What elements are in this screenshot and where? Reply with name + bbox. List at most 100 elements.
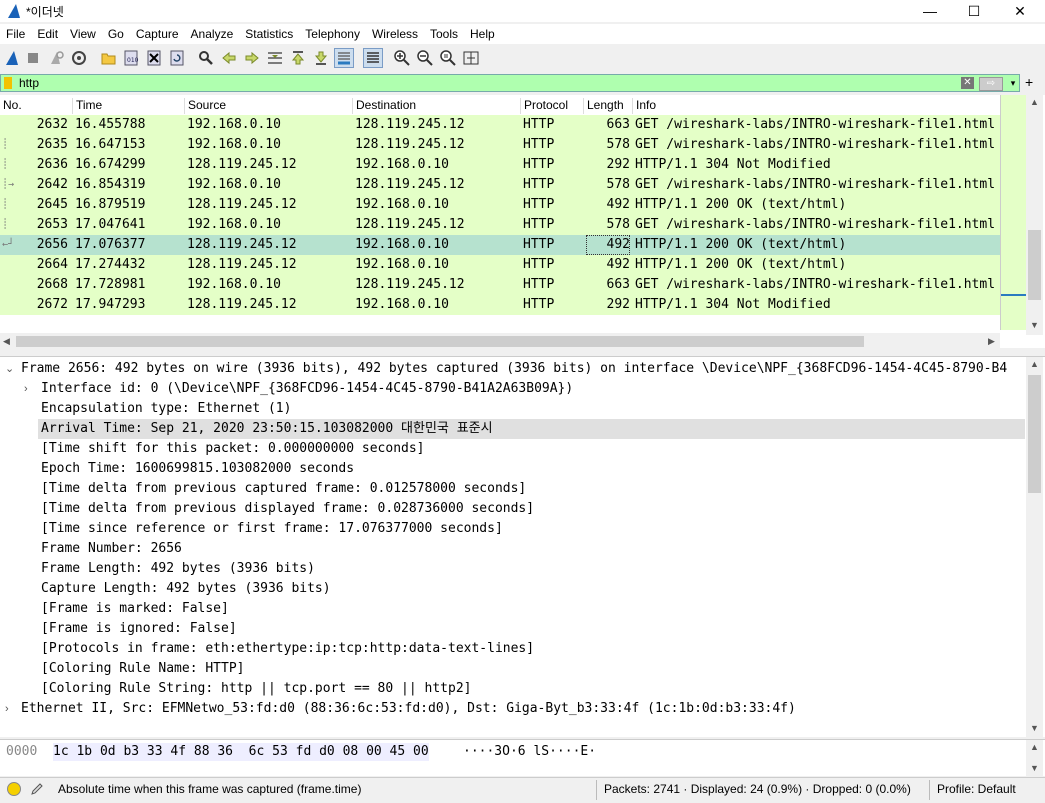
column-info[interactable]: Info <box>633 98 1000 114</box>
detail-field[interactable]: [Frame is marked: False] <box>41 599 1025 619</box>
status-profile[interactable]: Profile: Default <box>937 782 1016 796</box>
scroll-up-icon[interactable]: ▲ <box>1030 742 1039 752</box>
autoscroll-icon[interactable] <box>334 48 354 68</box>
column-time[interactable]: Time <box>73 98 185 114</box>
scroll-up-icon[interactable]: ▲ <box>1030 97 1039 107</box>
expanded-icon[interactable]: ⌄ <box>5 359 14 379</box>
detail-field[interactable]: Encapsulation type: Ethernet (1) <box>41 399 1025 419</box>
packet-row-selected[interactable]: ←┘ 2656 17.076377 128.119.245.12 192.168.0.… <box>0 235 1025 255</box>
ethernet-tree-item[interactable]: Ethernet II, Src: EFMNetwo_53:fd:d0 (88:… <box>21 699 1025 719</box>
packet-row[interactable]: 2672 17.947293 128.119.245.12 192.168.0.10 H… <box>0 295 1025 315</box>
detail-field-selected[interactable]: Arrival Time: Sep 21, 2020 23:50:15.1030… <box>38 419 1025 439</box>
go-to-packet-icon[interactable] <box>266 49 284 67</box>
scroll-left-icon[interactable]: ◀ <box>3 336 10 347</box>
menu-statistics[interactable]: Statistics <box>239 24 299 44</box>
reload-file-icon[interactable] <box>168 49 186 67</box>
menu-tools[interactable]: Tools <box>424 24 464 44</box>
start-capture-icon[interactable] <box>3 49 21 67</box>
close-file-icon[interactable] <box>145 49 163 67</box>
packet-row[interactable]: 2632 16.455788 192.168.0.10 128.119.245.12 H… <box>0 115 1025 135</box>
scroll-down-icon[interactable]: ▼ <box>1030 763 1039 773</box>
collapsed-icon[interactable]: › <box>24 379 28 399</box>
column-no[interactable]: No. <box>0 98 73 114</box>
packet-row[interactable]: ┊ 2636 16.674299 128.119.245.12 192.168.0.1… <box>0 155 1025 175</box>
packet-list-horizontal-scrollbar[interactable]: ◀ ▶ <box>0 333 1000 350</box>
maximize-button[interactable]: ☐ <box>952 0 996 22</box>
packet-row[interactable]: 2668 17.728981 192.168.0.10 128.119.245.12 H… <box>0 275 1025 295</box>
filter-history-dropdown[interactable]: ▾ <box>1007 77 1019 89</box>
detail-field[interactable]: [Coloring Rule Name: HTTP] <box>41 659 1025 679</box>
normal-size-icon[interactable] <box>439 49 457 67</box>
detail-field[interactable]: [Coloring Rule String: http || tcp.port … <box>41 679 1025 699</box>
detail-field[interactable]: [Time shift for this packet: 0.000000000… <box>41 439 1025 459</box>
menu-file[interactable]: File <box>0 24 31 44</box>
last-packet-icon[interactable] <box>312 49 330 67</box>
packet-row[interactable]: ┊ 2653 17.047641 192.168.0.10 128.119.245.1… <box>0 215 1025 235</box>
go-back-icon[interactable] <box>220 49 238 67</box>
scroll-up-icon[interactable]: ▲ <box>1030 359 1039 369</box>
scroll-right-icon[interactable]: ▶ <box>988 336 995 347</box>
interface-id-tree-item[interactable]: Interface id: 0 (\Device\NPF_{368FCD96-1… <box>41 379 1025 399</box>
close-button[interactable]: ✕ <box>998 0 1042 22</box>
colorize-icon[interactable] <box>363 48 383 68</box>
open-file-icon[interactable] <box>100 49 118 67</box>
column-protocol[interactable]: Protocol <box>521 98 584 114</box>
edit-comment-icon[interactable] <box>29 781 45 797</box>
menu-analyze[interactable]: Analyze <box>185 24 240 44</box>
first-packet-icon[interactable] <box>289 49 307 67</box>
menu-help[interactable]: Help <box>464 24 501 44</box>
details-vertical-scrollbar[interactable]: ▲ ▼ <box>1026 357 1043 737</box>
scroll-thumb[interactable] <box>1028 230 1041 300</box>
packet-list-vertical-scrollbar[interactable]: ▲ ▼ <box>1026 95 1043 335</box>
capture-options-icon[interactable] <box>70 49 88 67</box>
restart-capture-icon[interactable] <box>47 49 65 67</box>
menu-capture[interactable]: Capture <box>130 24 185 44</box>
column-source[interactable]: Source <box>185 98 353 114</box>
frame-tree-item[interactable]: Frame 2656: 492 bytes on wire (3936 bits… <box>21 359 1025 379</box>
go-forward-icon[interactable] <box>243 49 261 67</box>
apply-filter-button[interactable]: ⇨ <box>979 77 1003 91</box>
menu-view[interactable]: View <box>64 24 102 44</box>
packet-row[interactable]: ┊ 2645 16.879519 128.119.245.12 192.168.0.1… <box>0 195 1025 215</box>
display-filter-input[interactable] <box>19 76 919 90</box>
menu-edit[interactable]: Edit <box>31 24 64 44</box>
menu-telephony[interactable]: Telephony <box>299 24 366 44</box>
scroll-thumb[interactable] <box>1028 375 1041 493</box>
packet-minimap[interactable] <box>1000 95 1026 330</box>
packet-row[interactable]: ┊ 2635 16.647153 192.168.0.10 128.119.245.1… <box>0 135 1025 155</box>
packet-protocol: HTTP <box>523 217 555 232</box>
resize-columns-icon[interactable] <box>462 49 480 67</box>
detail-field[interactable]: [Time since reference or first frame: 17… <box>41 519 1025 539</box>
find-packet-icon[interactable] <box>197 49 215 67</box>
detail-field[interactable]: Capture Length: 492 bytes (3936 bits) <box>41 579 1025 599</box>
collapsed-icon[interactable]: › <box>5 699 9 719</box>
packet-row[interactable]: ┊→ 2642 16.854319 192.168.0.10 128.119.245.… <box>0 175 1025 195</box>
detail-field[interactable]: [Time delta from previous displayed fram… <box>41 499 1025 519</box>
column-length[interactable]: Length <box>584 98 633 114</box>
stop-capture-icon[interactable] <box>24 49 42 67</box>
detail-field[interactable]: Epoch Time: 1600699815.103082000 seconds <box>41 459 1025 479</box>
detail-field[interactable]: [Protocols in frame: eth:ethertype:ip:tc… <box>41 639 1025 659</box>
bookmark-icon[interactable] <box>4 77 12 89</box>
scroll-down-icon[interactable]: ▼ <box>1030 320 1039 330</box>
save-file-icon[interactable]: 010 <box>122 49 140 67</box>
clear-filter-icon[interactable]: ✕ <box>961 77 974 89</box>
bytes-hex[interactable]: 1c 1b 0d b3 33 4f 88 36 6c 53 fd d0 08 0… <box>53 743 429 761</box>
menu-go[interactable]: Go <box>102 24 130 44</box>
menu-wireless[interactable]: Wireless <box>366 24 424 44</box>
detail-field[interactable]: [Time delta from previous captured frame… <box>41 479 1025 499</box>
zoom-out-icon[interactable] <box>416 49 434 67</box>
scroll-down-icon[interactable]: ▼ <box>1030 723 1039 733</box>
detail-field[interactable]: [Frame is ignored: False] <box>41 619 1025 639</box>
packet-row[interactable]: 2664 17.274432 128.119.245.12 192.168.0.10 H… <box>0 255 1025 275</box>
minimize-button[interactable]: — <box>908 0 952 22</box>
scroll-thumb[interactable] <box>16 336 864 347</box>
bytes-ascii[interactable]: ····3O·6 lS····E· <box>463 743 596 761</box>
detail-field[interactable]: Frame Length: 492 bytes (3936 bits) <box>41 559 1025 579</box>
bytes-vertical-scrollbar[interactable]: ▲ ▼ <box>1026 740 1043 776</box>
detail-field[interactable]: Frame Number: 2656 <box>41 539 1025 559</box>
zoom-in-icon[interactable] <box>393 49 411 67</box>
expert-info-icon[interactable] <box>7 782 21 796</box>
add-filter-button[interactable]: + <box>1025 75 1033 89</box>
column-destination[interactable]: Destination <box>353 98 521 114</box>
